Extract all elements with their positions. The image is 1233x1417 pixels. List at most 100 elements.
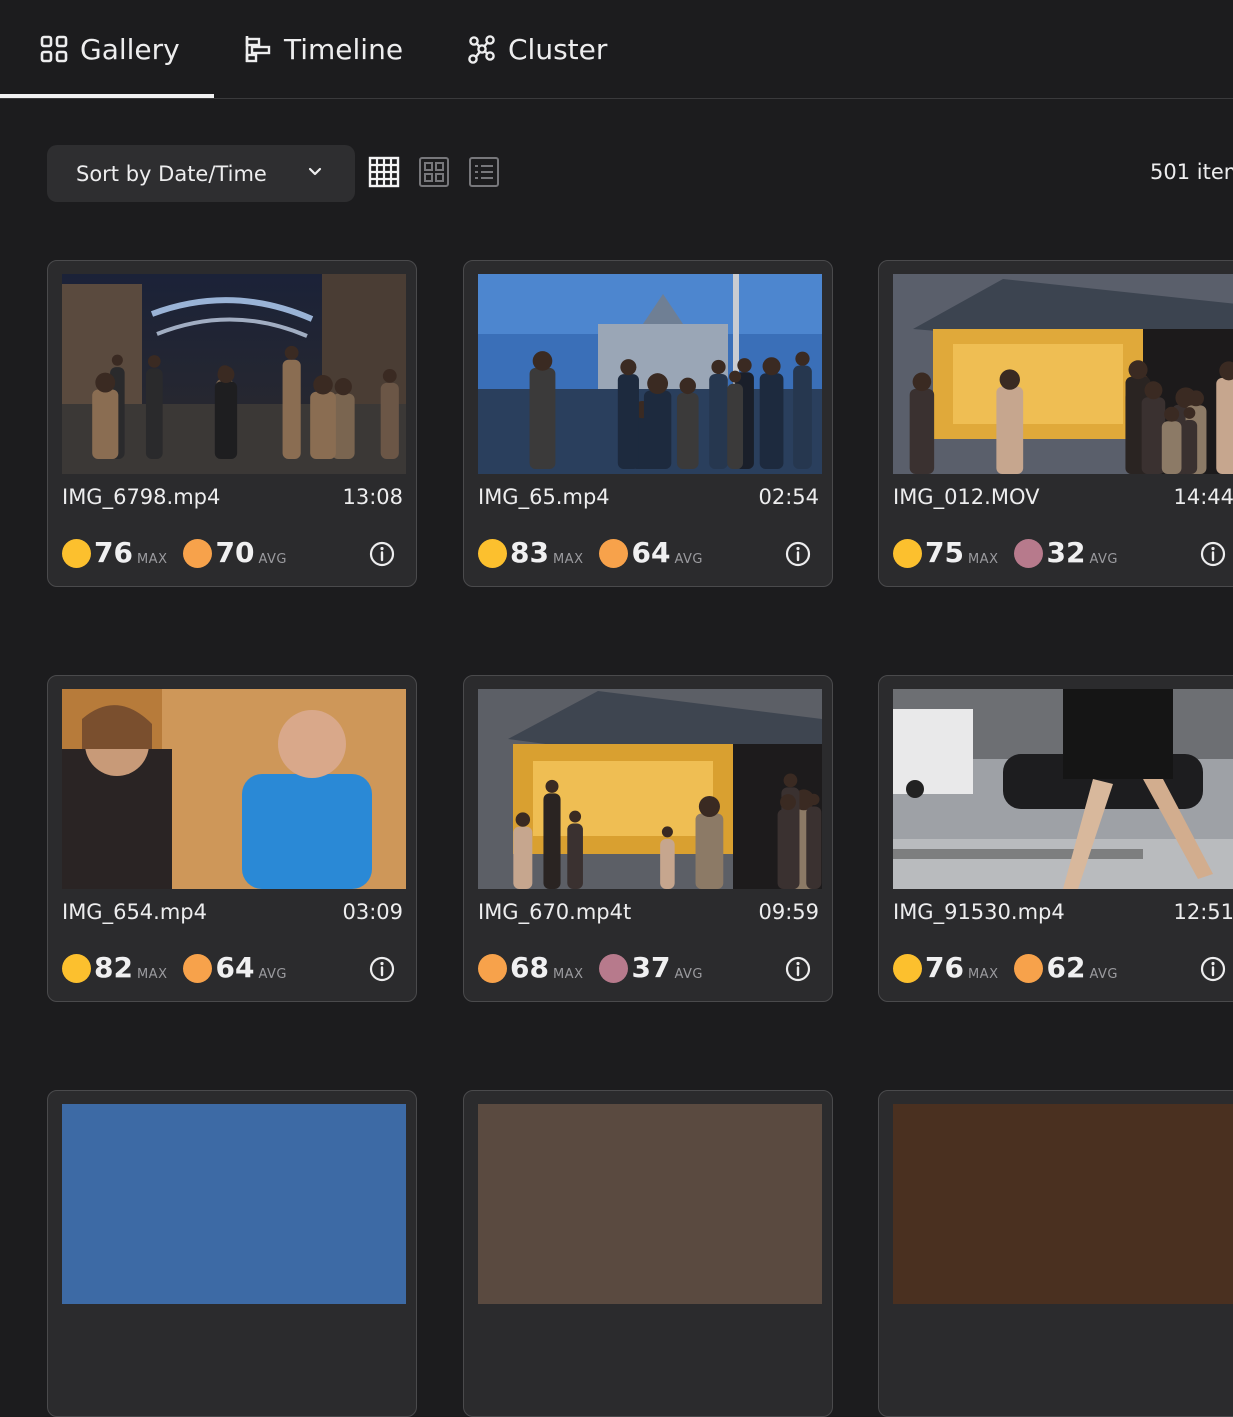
avg-label: AVG xyxy=(1089,551,1118,567)
media-card[interactable]: IMG_91530.mp4 12:51 76 MAX 62 AVG xyxy=(878,675,1233,1002)
video-thumbnail[interactable] xyxy=(62,274,406,474)
file-name: IMG_654.mp4 xyxy=(62,900,207,924)
max-score: 76 xyxy=(94,536,133,569)
video-duration: 12:51 xyxy=(1173,900,1233,924)
avg-score: 64 xyxy=(631,536,671,569)
media-card[interactable]: IMG_6798.mp4 13:08 76 MAX 70 AVG xyxy=(47,260,417,587)
avg-score-dot xyxy=(1014,953,1044,983)
thumbnail-image xyxy=(478,689,822,889)
score-stats: 75 MAX 32 AVG xyxy=(893,537,1118,569)
view-tabs: Gallery Timeline Cluster xyxy=(0,0,1233,99)
chevron-down-icon xyxy=(308,167,322,176)
score-stats: 76 MAX 70 AVG xyxy=(62,537,287,569)
list-view-icon[interactable] xyxy=(468,156,500,188)
timeline-icon xyxy=(245,36,271,63)
tab-gallery[interactable]: Gallery xyxy=(40,0,180,98)
max-label: MAX xyxy=(967,551,999,567)
tab-cluster[interactable]: Cluster xyxy=(466,0,607,98)
avg-label: AVG xyxy=(674,551,703,567)
file-name: IMG_670.mp4t xyxy=(478,900,632,924)
avg-score-dot xyxy=(183,953,213,983)
avg-score-dot xyxy=(599,953,629,983)
max-score-dot xyxy=(62,538,91,568)
avg-label: AVG xyxy=(1089,966,1118,982)
max-score: 83 xyxy=(510,536,549,569)
thumbnail-image xyxy=(893,689,1233,889)
cluster-icon xyxy=(468,35,495,64)
tab-timeline[interactable]: Timeline xyxy=(244,0,403,98)
thumbnail-image xyxy=(62,274,406,474)
media-card[interactable] xyxy=(878,1090,1233,1417)
video-thumbnail[interactable] xyxy=(893,274,1233,474)
file-name: IMG_91530.mp4 xyxy=(893,900,1065,924)
max-score: 82 xyxy=(94,951,133,984)
score-stats: 83 MAX 64 AVG xyxy=(478,537,703,569)
thumbnail-image xyxy=(478,274,822,474)
video-duration: 13:08 xyxy=(342,485,403,509)
file-name: IMG_012.MOV xyxy=(893,485,1040,509)
avg-score-dot xyxy=(599,538,629,568)
video-thumbnail[interactable] xyxy=(478,689,822,889)
score-stats: 76 MAX 62 AVG xyxy=(893,952,1118,984)
info-icon[interactable] xyxy=(785,956,811,982)
video-duration: 09:59 xyxy=(758,900,819,924)
video-thumbnail[interactable] xyxy=(893,689,1233,889)
max-label: MAX xyxy=(136,966,168,982)
media-card[interactable] xyxy=(463,1090,833,1417)
avg-score: 37 xyxy=(631,951,671,984)
video-duration: 02:54 xyxy=(758,485,819,509)
max-score: 76 xyxy=(925,951,964,984)
video-duration: 03:09 xyxy=(342,900,403,924)
max-score-dot xyxy=(893,953,922,983)
thumbnail-image xyxy=(62,689,406,889)
media-card[interactable]: IMG_012.MOV 14:44 75 MAX 32 AVG xyxy=(878,260,1233,587)
max-label: MAX xyxy=(136,551,168,567)
avg-score: 64 xyxy=(215,951,255,984)
thumbnail-image xyxy=(893,274,1233,474)
avg-score-dot xyxy=(183,538,213,568)
max-label: MAX xyxy=(552,551,584,567)
info-icon[interactable] xyxy=(1200,541,1226,567)
video-thumbnail[interactable] xyxy=(62,689,406,889)
item-count: 501 item xyxy=(1150,160,1233,184)
avg-score-dot xyxy=(1014,538,1044,568)
info-icon[interactable] xyxy=(369,956,395,982)
grid-view-icon[interactable] xyxy=(418,156,450,188)
info-icon[interactable] xyxy=(785,541,811,567)
max-score-dot xyxy=(893,538,922,568)
avg-label: AVG xyxy=(258,551,287,567)
sort-label: Sort by Date/Time xyxy=(76,161,267,186)
info-icon[interactable] xyxy=(1200,956,1226,982)
avg-label: AVG xyxy=(258,966,287,982)
info-icon[interactable] xyxy=(369,541,395,567)
score-stats: 82 MAX 64 AVG xyxy=(62,952,287,984)
media-card[interactable]: IMG_65.mp4 02:54 83 MAX 64 AVG xyxy=(463,260,833,587)
avg-score: 70 xyxy=(215,536,255,569)
max-score-dot xyxy=(62,953,91,983)
grid-icon xyxy=(40,35,68,63)
video-thumbnail[interactable] xyxy=(478,1104,822,1304)
video-duration: 14:44 xyxy=(1173,485,1233,509)
media-card[interactable]: IMG_654.mp4 03:09 82 MAX 64 AVG xyxy=(47,675,417,1002)
media-card[interactable] xyxy=(47,1090,417,1417)
max-score-dot xyxy=(478,538,507,568)
avg-score: 62 xyxy=(1046,951,1086,984)
avg-label: AVG xyxy=(674,966,703,982)
video-thumbnail[interactable] xyxy=(62,1104,406,1304)
max-label: MAX xyxy=(552,966,584,982)
tab-label: Timeline xyxy=(284,32,404,66)
file-name: IMG_6798.mp4 xyxy=(62,485,221,509)
tab-label: Gallery xyxy=(80,32,180,66)
dense-grid-view-icon[interactable] xyxy=(368,156,400,188)
video-thumbnail[interactable] xyxy=(478,274,822,474)
video-thumbnail[interactable] xyxy=(893,1104,1233,1304)
media-card[interactable]: IMG_670.mp4t 09:59 68 MAX 37 AVG xyxy=(463,675,833,1002)
tab-label: Cluster xyxy=(508,32,608,66)
max-score: 75 xyxy=(925,536,964,569)
score-stats: 68 MAX 37 AVG xyxy=(478,952,703,984)
active-tab-indicator xyxy=(0,94,214,98)
avg-score: 32 xyxy=(1046,536,1086,569)
file-name: IMG_65.mp4 xyxy=(478,485,610,509)
max-label: MAX xyxy=(967,966,999,982)
sort-dropdown[interactable]: Sort by Date/Time xyxy=(47,145,355,202)
